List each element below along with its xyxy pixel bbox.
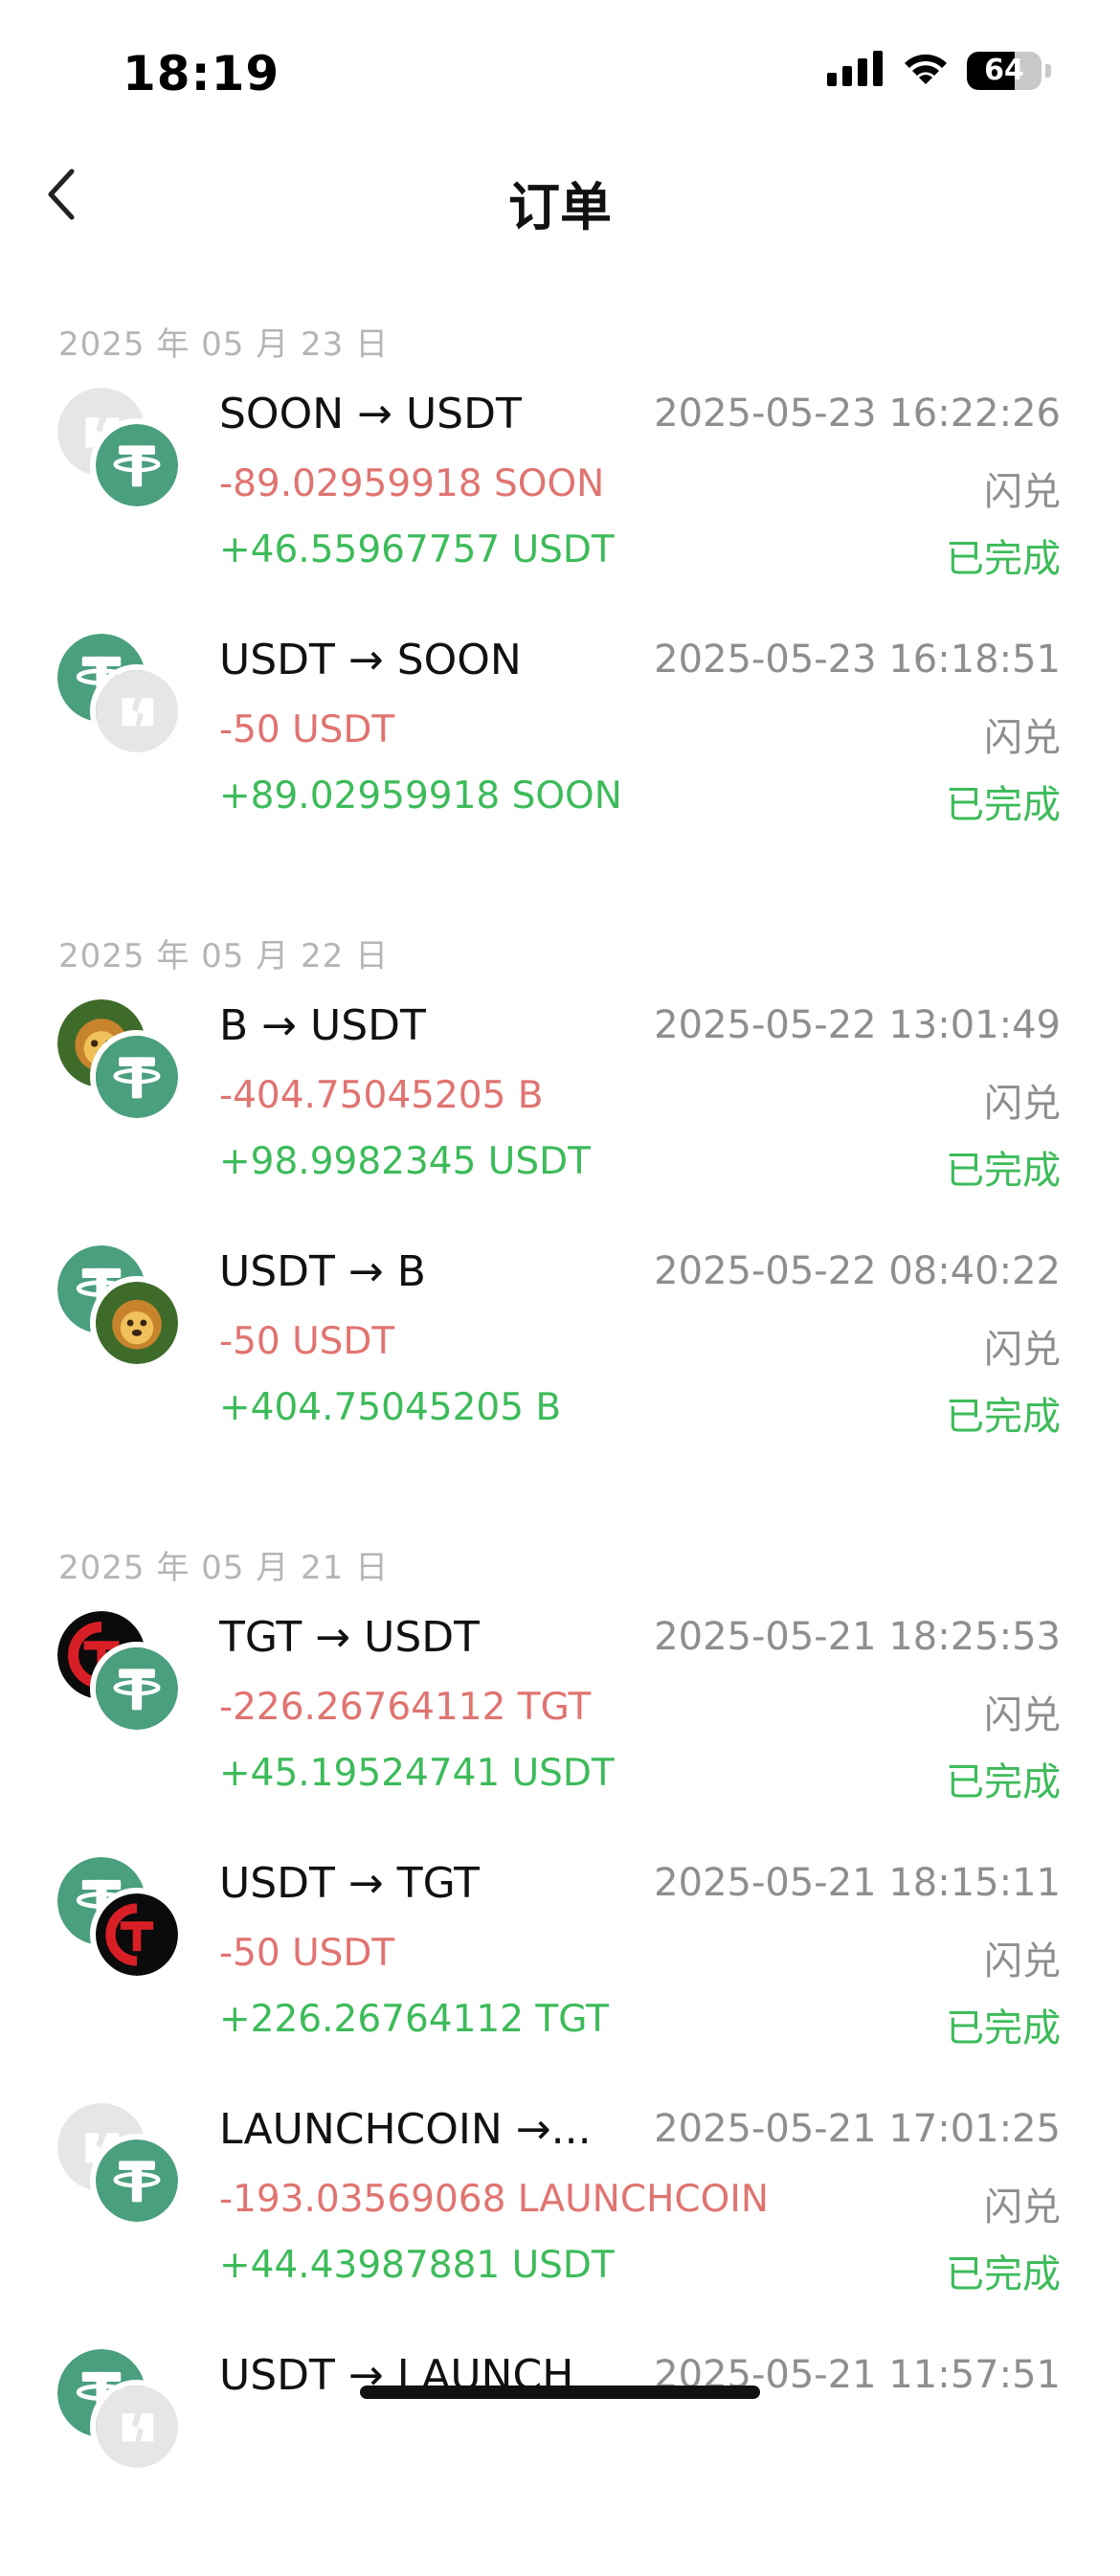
order-amount-in: +404.75045205 B	[219, 1386, 562, 1429]
order-amount-out: -50 USDT	[219, 1932, 395, 1975]
order-amount-out: -404.75045205 B	[219, 1074, 544, 1117]
order-row[interactable]: TGT → USDT -226.26764112 TGT +45.19524741 …	[0, 1592, 1120, 1838]
tgt-token-icon	[90, 1888, 184, 1982]
order-row[interactable]: LAUNCHCOIN →... -193.03569068 LAUNCHCOIN +…	[0, 2084, 1120, 2330]
order-type: 闪兑	[984, 1328, 1061, 1372]
order-row[interactable]: USDT → B -50 USDT +404.75045205 B 2025-05-2…	[0, 1226, 1120, 1472]
page-title: 订单	[508, 177, 612, 237]
order-status: 已完成	[946, 1149, 1061, 1193]
order-amount-in: +46.55967757 USDT	[219, 528, 615, 571]
status-time: 18:19	[123, 46, 280, 101]
usdt-token-icon	[90, 2134, 184, 2228]
order-pair-title: USDT → B	[219, 1247, 426, 1296]
battery-nub	[1045, 64, 1051, 78]
usdt-token-icon	[90, 1030, 184, 1124]
order-amount-out: -226.26764112 TGT	[219, 1686, 592, 1729]
order-type: 闪兑	[984, 1939, 1061, 1983]
order-amount-in: +98.9982345 USDT	[219, 1140, 591, 1183]
order-time: 2025-05-21 18:15:11	[654, 1861, 1061, 1905]
order-amount-out: -89.02959918 SOON	[219, 462, 605, 505]
order-row[interactable]: USDT → SOON -50 USDT +89.02959918 SOON 2025…	[0, 615, 1120, 861]
home-indicator[interactable]	[360, 2386, 760, 2399]
coin-pair	[56, 1857, 190, 1991]
battery-level: 64	[984, 54, 1024, 87]
order-status: 已完成	[946, 537, 1061, 581]
order-type: 闪兑	[984, 716, 1061, 760]
coin-pair	[56, 2103, 190, 2237]
order-pair-title: TGT → USDT	[219, 1613, 481, 1662]
order-time: 2025-05-21 18:25:53	[654, 1615, 1061, 1659]
usdt-token-icon	[90, 1642, 184, 1736]
order-amount-in: +89.02959918 SOON	[219, 774, 622, 818]
order-status: 已完成	[946, 2252, 1061, 2296]
cellular-signal-icon	[827, 50, 885, 92]
order-amount-in: +226.26764112 TGT	[219, 1998, 609, 2041]
order-time: 2025-05-22 13:01:49	[654, 1003, 1061, 1047]
order-pair-title: B → USDT	[219, 1001, 426, 1050]
order-status: 已完成	[946, 783, 1061, 827]
coin-pair	[56, 1611, 190, 1745]
order-amount-in: +44.43987881 USDT	[219, 2244, 615, 2287]
coin-pair	[56, 634, 190, 768]
coin-pair	[56, 2349, 190, 2483]
order-type: 闪兑	[984, 1082, 1061, 1126]
order-row[interactable]: USDT → TGT -50 USDT +226.26764112 TGT 2025-…	[0, 1838, 1120, 2084]
order-pair-title: LAUNCHCOIN →...	[219, 2105, 592, 2154]
b-token-icon	[90, 1276, 184, 1370]
status-icons: 64	[827, 50, 1051, 92]
order-amount-in: +45.19524741 USDT	[219, 1752, 615, 1795]
status-bar: 18:19 64	[0, 0, 1120, 144]
usdt-token-icon	[90, 418, 184, 512]
order-amount-out: -50 USDT	[219, 1320, 395, 1363]
wifi-icon	[902, 50, 950, 92]
order-list[interactable]: 2025 年 05 月 23 日 SOON → USDT -89.02959918 …	[0, 249, 1120, 2576]
coin-pair	[56, 388, 190, 522]
order-time: 2025-05-22 08:40:22	[654, 1249, 1061, 1293]
order-pair-title: SOON → USDT	[219, 390, 522, 438]
date-header: 2025 年 05 月 23 日	[58, 325, 390, 364]
order-status: 已完成	[946, 1395, 1061, 1439]
battery-icon: 64	[967, 52, 1042, 90]
date-header: 2025 年 05 月 21 日	[58, 1549, 390, 1587]
coin-pair	[56, 1245, 190, 1379]
order-pair-title: USDT → SOON	[219, 636, 522, 684]
soon-token-icon	[90, 664, 184, 758]
order-time: 2025-05-23 16:22:26	[654, 392, 1061, 436]
order-status: 已完成	[946, 2006, 1061, 2050]
order-row[interactable]: USDT → LAUNCH 2025-05-21 11:57:51	[0, 2330, 1120, 2576]
order-type: 闪兑	[984, 2185, 1061, 2229]
nav-bar: 订单	[0, 144, 1120, 249]
order-status: 已完成	[946, 1760, 1061, 1804]
order-time: 2025-05-21 17:01:25	[654, 2107, 1061, 2151]
order-row[interactable]: SOON → USDT -89.02959918 SOON +46.55967757…	[0, 369, 1120, 615]
order-row[interactable]: B → USDT -404.75045205 B +98.9982345 USDT 2…	[0, 980, 1120, 1226]
order-time: 2025-05-23 16:18:51	[654, 638, 1061, 682]
order-amount-out: -193.03569068 LAUNCHCOIN	[219, 2178, 769, 2221]
order-pair-title: USDT → TGT	[219, 1859, 481, 1908]
date-header: 2025 年 05 月 22 日	[58, 937, 390, 975]
order-type: 闪兑	[984, 470, 1061, 514]
launchcoin-token-icon	[90, 2380, 184, 2474]
order-type: 闪兑	[984, 1693, 1061, 1737]
coin-pair	[56, 999, 190, 1133]
order-amount-out: -50 USDT	[219, 708, 395, 751]
